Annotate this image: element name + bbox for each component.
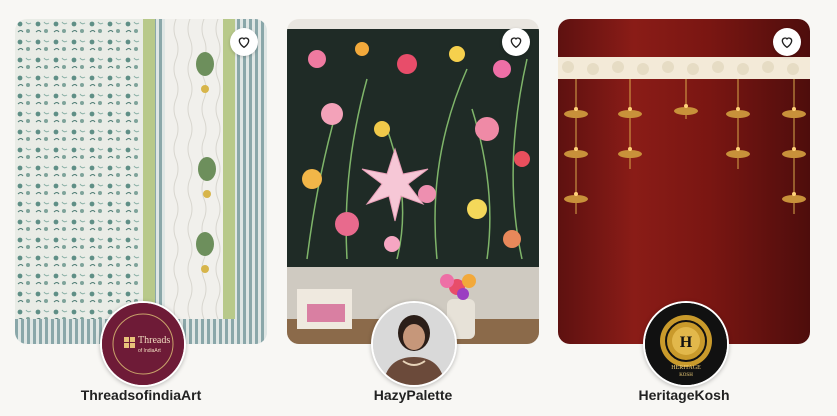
logo-text-2: of IndiaArt — [138, 348, 161, 354]
favorite-button[interactable] — [230, 28, 258, 56]
shop-name-threadsofindiaart[interactable]: ThreadsofindiaArt — [15, 387, 267, 403]
logo-text-1: Threads — [138, 335, 170, 346]
quilt-image — [15, 19, 267, 344]
heart-outline-icon — [238, 37, 250, 49]
listing-card-threadsofindiaart[interactable] — [15, 19, 267, 344]
logo-text-2: KOSH — [679, 373, 693, 378]
listing-card-heritagekosh[interactable] — [558, 19, 810, 344]
shop-avatar-heritagekosh[interactable]: H HERITAGE KOSH — [643, 301, 729, 387]
threads-logo: Threads of IndiaArt — [102, 303, 184, 385]
shop-avatar-threadsofindiaart[interactable]: Threads of IndiaArt — [100, 301, 186, 387]
svg-text:H: H — [680, 334, 693, 351]
favorite-button[interactable] — [502, 28, 530, 56]
heart-outline-icon — [781, 37, 793, 49]
hanging-lamps-image — [558, 19, 810, 344]
listing-card-hazypalette[interactable] — [287, 19, 539, 344]
shop-name-hazypalette[interactable]: HazyPalette — [287, 387, 539, 403]
floral-painting-image — [287, 19, 539, 344]
shop-name-heritagekosh[interactable]: HeritageKosh — [558, 387, 810, 403]
shop-avatar-hazypalette[interactable] — [371, 301, 457, 387]
logo-text-1: HERITAGE — [671, 365, 701, 371]
heritage-logo: H HERITAGE KOSH — [645, 303, 727, 385]
favorite-button[interactable] — [773, 28, 801, 56]
hazypalette-portrait — [373, 303, 455, 385]
heart-outline-icon — [510, 37, 522, 49]
